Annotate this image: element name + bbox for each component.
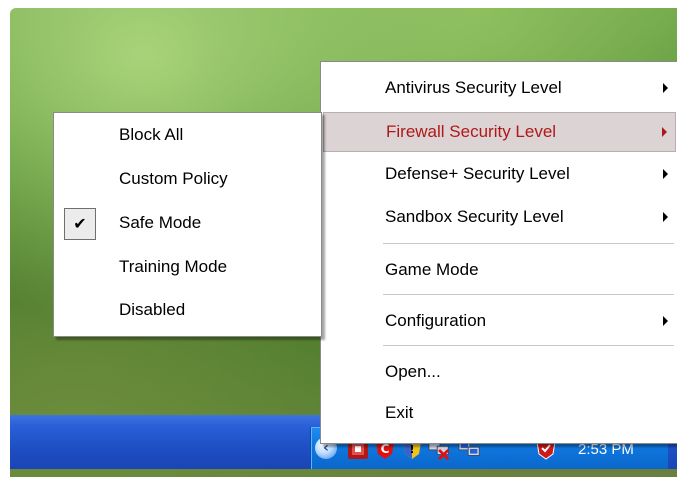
menu-item-exit[interactable]: Exit bbox=[323, 394, 676, 432]
menu-item-label: Sandbox Security Level bbox=[385, 207, 564, 226]
tray-context-menu: Antivirus Security Level Firewall Securi… bbox=[320, 61, 677, 444]
submenu-item-safe-mode[interactable]: ✔ Safe Mode bbox=[56, 202, 319, 244]
menu-item-open[interactable]: Open... bbox=[323, 353, 676, 391]
submenu-item-label: Training Mode bbox=[119, 257, 228, 276]
menu-item-defense-security-level[interactable]: Defense+ Security Level bbox=[323, 155, 676, 193]
menu-item-configuration[interactable]: Configuration bbox=[323, 302, 676, 340]
menu-item-label: Firewall Security Level bbox=[386, 122, 557, 141]
menu-separator bbox=[383, 345, 674, 346]
svg-text:C: C bbox=[381, 442, 390, 456]
menu-item-game-mode[interactable]: Game Mode bbox=[323, 251, 676, 289]
submenu-item-label: Disabled bbox=[119, 300, 186, 319]
submenu-arrow-icon bbox=[663, 83, 668, 93]
menu-item-label: Game Mode bbox=[385, 260, 479, 279]
checkmark-icon: ✔ bbox=[64, 208, 96, 240]
menu-item-label: Antivirus Security Level bbox=[385, 78, 562, 97]
menu-item-firewall-security-level[interactable]: Firewall Security Level bbox=[323, 112, 676, 152]
submenu-item-custom-policy[interactable]: Custom Policy bbox=[56, 158, 319, 200]
submenu-item-training-mode[interactable]: Training Mode bbox=[56, 246, 319, 288]
menu-item-sandbox-security-level[interactable]: Sandbox Security Level bbox=[323, 198, 676, 236]
submenu-item-label: Custom Policy bbox=[119, 169, 228, 188]
menu-item-label: Defense+ Security Level bbox=[385, 164, 570, 183]
submenu-arrow-icon bbox=[663, 316, 668, 326]
menu-item-antivirus-security-level[interactable]: Antivirus Security Level bbox=[323, 69, 676, 107]
menu-item-label: Open... bbox=[385, 362, 441, 381]
menu-item-label: Exit bbox=[385, 403, 414, 422]
menu-separator bbox=[383, 243, 674, 244]
menu-item-label: Configuration bbox=[385, 311, 487, 330]
svg-text:!: ! bbox=[409, 443, 414, 456]
firewall-security-level-submenu: Block All Custom Policy ✔ Safe Mode Trai… bbox=[53, 112, 322, 337]
submenu-arrow-icon bbox=[663, 169, 668, 179]
submenu-arrow-icon bbox=[663, 212, 668, 222]
submenu-arrow-icon bbox=[662, 127, 667, 137]
submenu-item-label: Block All bbox=[119, 125, 184, 144]
menu-separator bbox=[383, 294, 674, 295]
submenu-item-block-all[interactable]: Block All bbox=[56, 114, 319, 156]
submenu-item-label: Safe Mode bbox=[119, 213, 202, 232]
submenu-item-disabled[interactable]: Disabled bbox=[56, 289, 319, 331]
